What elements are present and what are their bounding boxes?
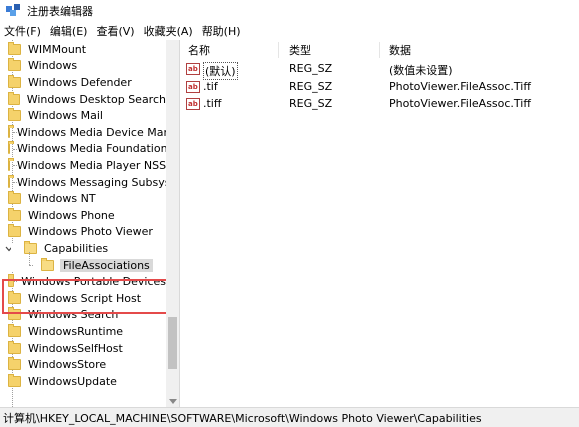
folder-icon: [8, 174, 14, 188]
column-separator[interactable]: [278, 42, 279, 58]
tree-item[interactable]: Windows Media Player NSS: [0, 157, 166, 174]
menu-bar: 文件(F) 编辑(E) 查看(V) 收藏夹(A) 帮助(H): [0, 22, 579, 40]
value-data: PhotoViewer.FileAssoc.Tiff: [389, 79, 531, 93]
tree-connector: [13, 181, 17, 183]
folder-icon: [8, 224, 21, 238]
menu-favorites[interactable]: 收藏夹(A): [139, 23, 197, 39]
tree-item-label: Windows Defender: [28, 75, 132, 89]
string-value-icon: ab: [186, 63, 200, 75]
value-name: (默认): [203, 62, 238, 80]
value-type: REG_SZ: [289, 79, 333, 93]
menu-edit[interactable]: 编辑(E): [45, 23, 92, 39]
tree-item[interactable]: FileAssociations: [0, 257, 166, 274]
window-title: 注册表编辑器: [27, 5, 93, 18]
tree-item[interactable]: Windows Phone: [0, 207, 166, 224]
tree-item-label: Windows Mail: [28, 109, 103, 123]
values-pane: 名称 类型 数据 ab (默认) REG_SZ (数值未设置) ab .tif REG_SZ…: [181, 40, 579, 407]
tree-item-label: WindowsUpdate: [28, 374, 117, 388]
tree-item[interactable]: WindowsSelfHost: [0, 340, 166, 357]
folder-icon: [41, 257, 54, 271]
tree-item[interactable]: Windows Mail: [0, 107, 166, 124]
tree-connector: [13, 148, 17, 150]
title-bar: 注册表编辑器: [0, 0, 579, 22]
scroll-down-arrow-icon[interactable]: [169, 399, 177, 404]
highlight-box: [2, 279, 179, 314]
tree-item-label: Windows Desktop Search: [26, 92, 166, 106]
key-tree-pane: WIMMount Windows Windows Defender Windows D…: [0, 40, 180, 407]
tree-item-label: WindowsSelfHost: [28, 341, 123, 355]
tree-item-label: Windows Media Device Mana: [17, 125, 166, 139]
folder-icon: [8, 357, 21, 371]
folder-icon: [8, 124, 14, 138]
tree-item-label: Windows NT: [28, 192, 96, 206]
folder-icon: [8, 108, 21, 122]
value-name: .tif: [203, 79, 218, 93]
value-row[interactable]: ab .tif REG_SZ PhotoViewer.FileAssoc.Tiff: [181, 79, 579, 96]
tree-item-label: WindowsRuntime: [28, 324, 124, 338]
tree-item[interactable]: Windows Messaging Subsyst: [0, 174, 166, 191]
tree-item[interactable]: Windows Photo Viewer: [0, 224, 166, 241]
chevron-down-icon[interactable]: [5, 246, 11, 252]
tree-item[interactable]: WindowsUpdate: [0, 373, 166, 390]
tree-item-label: Windows Photo Viewer: [28, 225, 153, 239]
tree-item[interactable]: WIMMount: [0, 41, 166, 58]
tree-item[interactable]: Windows Media Foundation: [0, 141, 166, 158]
column-separator[interactable]: [379, 42, 380, 58]
tree-scroll-thumb[interactable]: [168, 317, 177, 369]
status-bar: 计算机\HKEY_LOCAL_MACHINE\SOFTWARE\Microsof…: [0, 407, 579, 427]
tree-item-label: Capabilities: [44, 241, 109, 255]
folder-icon: [8, 141, 14, 155]
value-data: (数值未设置): [389, 64, 453, 77]
menu-view[interactable]: 查看(V): [91, 23, 138, 39]
value-data: PhotoViewer.FileAssoc.Tiff: [389, 97, 531, 110]
value-row[interactable]: ab .tiff REG_SZ PhotoViewer.FileAssoc.Tiff: [181, 96, 579, 113]
tree-item-label: WIMMount: [28, 42, 87, 56]
tree-item-label: Windows Messaging Subsyst: [17, 175, 166, 189]
tree-item-label: FileAssociations: [60, 258, 153, 272]
folder-icon: [8, 41, 21, 55]
folder-icon: [8, 58, 21, 72]
folder-icon: [8, 323, 21, 337]
tree-item[interactable]: Windows Defender: [0, 74, 166, 91]
value-row[interactable]: ab (默认) REG_SZ (数值未设置): [181, 61, 579, 80]
tree-item-label: Windows Phone: [28, 208, 115, 222]
tree-scrollbar[interactable]: [166, 40, 179, 407]
value-type: REG_SZ: [289, 62, 333, 75]
menu-help[interactable]: 帮助(H): [197, 23, 245, 39]
tree-connector: [13, 165, 17, 167]
column-header-name[interactable]: 名称: [188, 40, 210, 60]
tree-connector: [13, 132, 17, 133]
value-type: REG_SZ: [289, 97, 333, 110]
tree-item[interactable]: WindowsStore: [0, 356, 166, 373]
tree-guide-line: [29, 252, 31, 266]
tree-item-label: Windows Media Player NSS: [17, 158, 166, 172]
value-name: .tiff: [203, 97, 222, 110]
folder-icon: [8, 74, 21, 88]
tree-item[interactable]: Windows NT: [0, 190, 166, 207]
status-path: 计算机\HKEY_LOCAL_MACHINE\SOFTWARE\Microsof…: [3, 411, 482, 425]
tree-item[interactable]: WindowsRuntime: [0, 323, 166, 340]
registry-editor-icon: [5, 3, 21, 19]
tree-item[interactable]: Windows: [0, 58, 166, 75]
tree-item-label: WindowsStore: [28, 358, 107, 372]
menu-file[interactable]: 文件(F): [0, 23, 45, 39]
tree-item-label: Windows: [28, 59, 78, 73]
tree-item[interactable]: Windows Desktop Search: [0, 91, 166, 108]
tree-item-label: Windows Media Foundation: [17, 142, 166, 156]
folder-icon: [8, 191, 21, 205]
folder-icon: [8, 340, 21, 354]
column-header-type[interactable]: 类型: [289, 40, 311, 60]
column-header-data[interactable]: 数据: [389, 40, 411, 60]
folder-icon: [8, 207, 21, 221]
tree-item[interactable]: Capabilities: [0, 240, 166, 257]
folder-icon: [8, 157, 14, 171]
string-value-icon: ab: [186, 80, 200, 93]
tree-item[interactable]: Windows Media Device Mana: [0, 124, 166, 141]
folder-icon: [8, 91, 20, 105]
folder-icon: [8, 373, 21, 387]
string-value-icon: ab: [186, 98, 200, 110]
